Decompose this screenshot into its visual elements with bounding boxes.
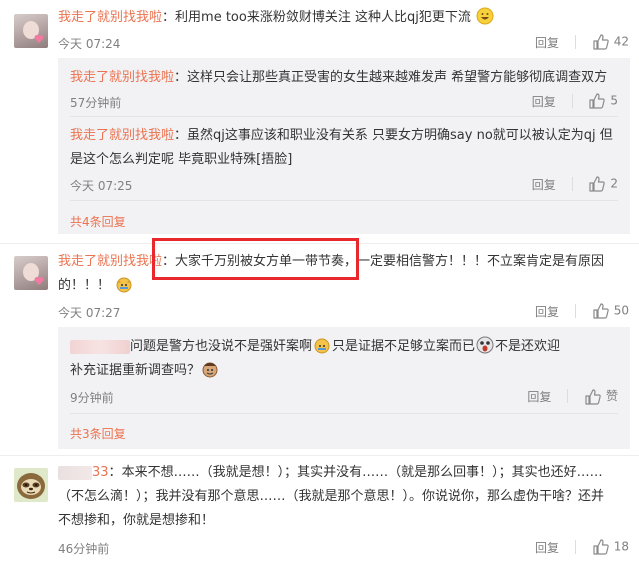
user-avatar[interactable] [14,256,48,290]
thumbs-up-icon [593,303,609,319]
like-count: 42 [613,34,629,49]
like-count: 5 [610,93,618,108]
comment-time: 今天 07:27 [58,306,121,320]
reply-text: 补充证据重新调查吗？ [70,363,201,378]
comment-username[interactable]: 我走了就别找我啦 [58,254,162,269]
reply-actions: 回复 赞 [527,387,618,406]
user-avatar[interactable] [14,14,48,48]
reply-text: 虽然qj这事应该和职业没有关系 只要女方明确say no就可以被认定为qj 但 [187,128,613,143]
reply-button[interactable]: 回复 [527,388,551,405]
reply-text: 这样只会让那些真正受害的女生越来越难发声 希望警方能够彻底调查双方 [187,70,608,85]
like-count: 50 [613,303,629,318]
action-divider [571,177,573,191]
comment-time: 46分钟前 [58,542,110,556]
reply-time: 今天 07:25 [70,179,133,193]
thumbs-up-icon [585,388,601,405]
heart-icon [34,35,44,43]
comment-text: 利用me too来涨粉敛财博关注 这种人比qj犯更下流 [175,10,471,25]
more-replies-link[interactable]: 共3条回复 [70,425,126,442]
reply-text: 问题是警方也没说不是强奸案啊 [130,339,313,354]
reply-thread: 问题是警方也没说不是强奸案啊 只是证据不足够立案而已 不是还欢迎 补充证据重新调… [58,327,630,449]
thumbs-up-icon [593,34,609,50]
doge-emoji [116,277,132,293]
action-divider [574,304,576,318]
comment-username[interactable]: 33 [92,465,109,480]
reply-time: 57分钟前 [70,96,122,110]
comment-body: 33：本来不想……（我就是想！）；其实并没有……（就是那么回事！）；其实也还好…… [58,461,630,533]
reply-actions: 回复 2 [532,175,618,193]
reply-button[interactable]: 回复 [535,539,559,556]
face-emoji [202,362,218,378]
comment-text: 不想掺和，你就是想掺和！ [58,513,215,528]
thumbs-up-icon [589,93,606,109]
action-divider [571,94,573,108]
comment-actions: 回复 18 [535,538,629,556]
reply-username[interactable]: 我走了就别找我啦 [70,70,174,85]
comment-text: 一定要相信警方！！！不立案肯定是有原因 [357,254,605,269]
like-count: 18 [613,539,629,554]
thumbs-up-icon [593,539,609,555]
grin-emoji [476,7,494,25]
reply-button[interactable]: 回复 [532,93,556,110]
scream-emoji [476,336,494,354]
reply-body: 我走了就别找我啦：这样只会让那些真正受害的女生越来越难发声 希望警方能够彻底调查… [70,70,608,85]
comment-username[interactable]: 我走了就别找我啦 [58,10,162,25]
like-button[interactable]: 42 [592,33,629,51]
reply-divider [70,413,618,414]
like-button[interactable]: 18 [592,538,629,556]
action-divider [574,540,576,554]
sloth-avatar [17,473,45,499]
highlight-annotation [152,238,359,280]
action-divider [574,35,576,49]
reply-text: 是这个怎么判定呢 毕竟职业特殊[捂脸] [70,152,293,167]
reply-button[interactable]: 回复 [535,34,559,51]
comment-divider [0,455,639,456]
reply-text: 不是还欢迎 [495,339,561,354]
reply-actions: 回复 5 [532,92,618,110]
doge-emoji [314,338,330,354]
reply-text: 只是证据不足够立案而已 [332,339,476,354]
like-button[interactable]: 5 [588,92,618,110]
reply-body: 我走了就别找我啦：虽然qj这事应该和职业没有关系 只要女方明确say no就可以… [70,124,622,172]
reply-username[interactable]: 我走了就别找我啦 [70,128,174,143]
like-count: 赞 [605,389,618,403]
reply-button[interactable]: 回复 [535,303,559,320]
reply-divider [70,200,618,201]
like-button[interactable]: 赞 [584,387,618,406]
like-button[interactable]: 50 [592,302,629,320]
like-count: 2 [610,176,618,191]
more-replies-link[interactable]: 共4条回复 [70,213,126,230]
comment-time: 今天 07:24 [58,37,121,51]
reply-body: 问题是警方也没说不是强奸案啊 只是证据不足够立案而已 不是还欢迎 补充证据重新调… [70,335,622,383]
user-avatar[interactable] [14,468,48,502]
blurred-username [58,465,92,480]
comment-body: 我走了就别找我啦：利用me too来涨粉敛财博关注 这种人比qj犯更下流 [58,6,630,30]
heart-icon [34,277,44,285]
reply-time: 9分钟前 [70,391,114,405]
action-divider [567,389,569,404]
comment-text: （不怎么滴！）；我并没有那个意思……（我就是那个意思！）。你说说你，那么虚伪干啥… [58,489,605,504]
comment-actions: 回复 50 [535,302,629,320]
comment-actions: 回复 42 [535,33,629,51]
reply-button[interactable]: 回复 [532,176,556,193]
blurred-username [70,339,130,354]
reply-divider [70,116,618,117]
comment-text: 的！！！ [58,278,111,293]
like-button[interactable]: 2 [588,175,618,193]
thumbs-up-icon [589,176,606,192]
comment-text: 本来不想……（我就是想！）；其实并没有……（就是那么回事！）；其实也还好…… [121,465,603,480]
reply-thread: 我走了就别找我啦：这样只会让那些真正受害的女生越来越难发声 希望警方能够彻底调查… [58,58,630,234]
